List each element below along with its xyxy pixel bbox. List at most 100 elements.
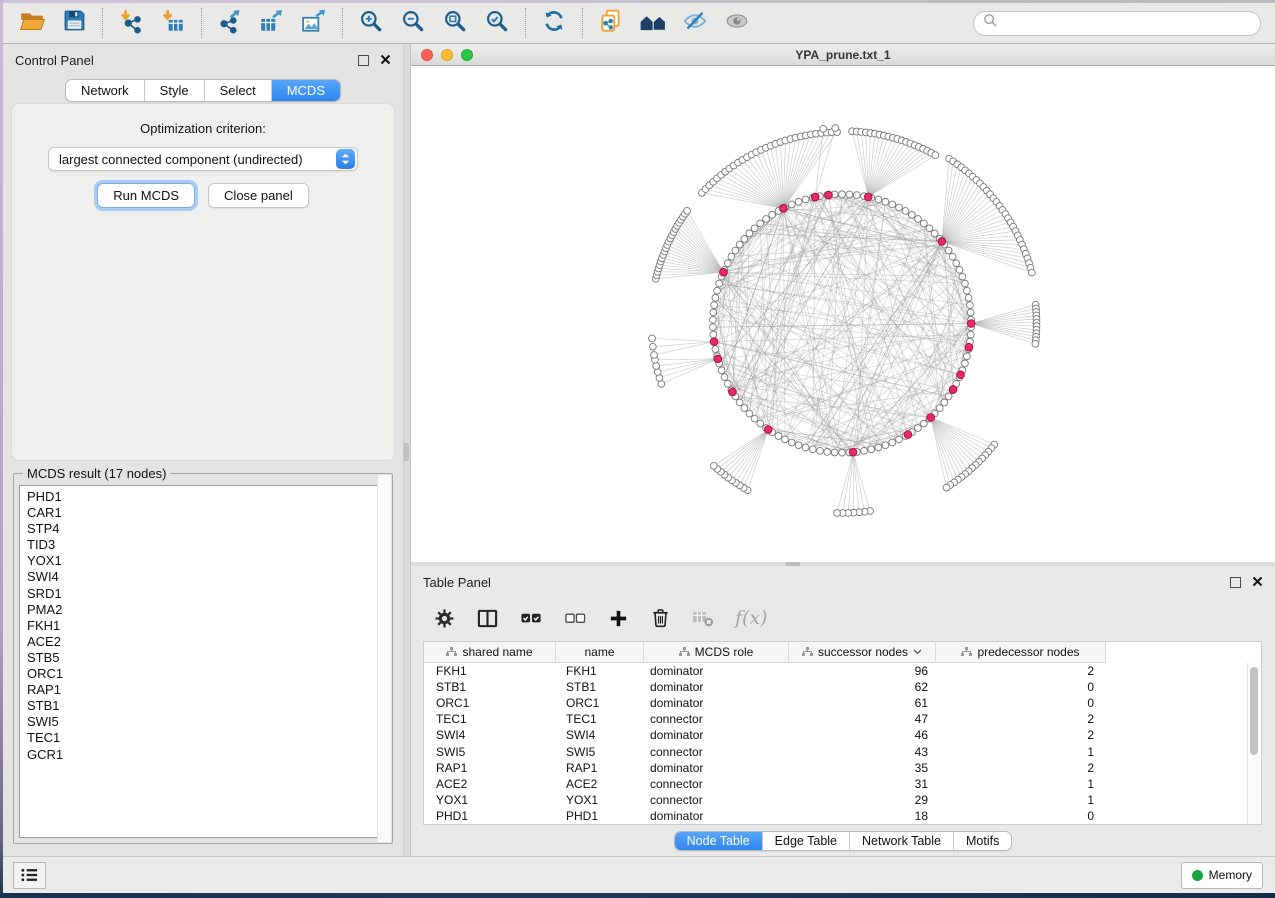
zoom-out-icon [400,8,426,39]
mcds-list-scrollbar[interactable] [377,475,391,842]
apply-function-button: f(x) [735,607,768,629]
vertical-splitter[interactable] [403,44,411,856]
column-header-MCDS-role[interactable]: MCDS role [644,642,789,662]
tab-edge-table[interactable]: Edge Table [763,832,850,850]
splitter-handle[interactable] [403,443,409,461]
table-row[interactable]: PHD1PHD1dominator180 [424,808,1261,824]
mcds-result-item[interactable]: CAR1 [27,505,386,521]
cell-predecessor_nodes: 1 [936,745,1106,759]
tab-network-table[interactable]: Network Table [850,832,954,850]
mcds-result-item[interactable]: YOX1 [27,553,386,569]
zoom-selected-button[interactable] [476,6,518,40]
column-header-name[interactable]: name [556,642,644,662]
column-header-predecessor-nodes[interactable]: predecessor nodes [936,642,1106,662]
first-neighbors-button[interactable] [632,6,674,40]
fit-content-button[interactable] [434,6,476,40]
save-session-button[interactable] [53,6,95,40]
minimize-window-icon[interactable] [441,49,453,61]
splitter-handle[interactable] [786,562,800,566]
table-row[interactable]: ORC1ORC1dominator610 [424,695,1261,711]
mcds-result-item[interactable]: RAP1 [27,682,386,698]
export-table-button[interactable] [251,6,293,40]
mcds-result-item[interactable]: SRD1 [27,586,386,602]
table-options-button[interactable] [434,608,455,629]
table-scrollbar[interactable] [1247,663,1261,824]
tab-select[interactable]: Select [205,80,272,101]
mcds-result-item[interactable]: SWI4 [27,569,386,585]
mcds-result-item[interactable]: GCR1 [27,747,386,763]
float-panel-icon[interactable] [358,55,369,66]
column-header-successor-nodes[interactable]: successor nodes [789,642,936,662]
close-panel-button[interactable]: Close panel [208,183,309,208]
table-scrollbar-thumb[interactable] [1250,667,1258,755]
import-network-icon [118,8,144,39]
import-table-button[interactable] [152,6,194,40]
add-column-button[interactable] [608,608,629,629]
run-mcds-button[interactable]: Run MCDS [97,183,195,208]
search-input[interactable] [1004,15,1251,32]
mcds-result-item[interactable]: SWI5 [27,714,386,730]
select-all-button[interactable] [520,608,543,629]
cell-successor_nodes: 62 [789,680,936,694]
attribute-type-icon [446,647,457,657]
table-row[interactable]: YOX1YOX1connector291 [424,792,1261,808]
deselect-all-button[interactable] [564,608,587,629]
horizontal-splitter[interactable] [411,562,1275,566]
zoom-in-button[interactable] [350,6,392,40]
export-table-icon [259,8,285,39]
cell-predecessor_nodes: 0 [936,809,1106,823]
mcds-result-item[interactable]: ORC1 [27,666,386,682]
table-row[interactable]: ACE2ACE2connector311 [424,776,1261,792]
tab-node-table[interactable]: Node Table [675,832,763,850]
memory-button[interactable]: Memory [1181,862,1263,889]
network-window: YPA_prune.txt_1 [411,44,1275,562]
task-history-button[interactable] [13,862,46,889]
network-svg[interactable] [411,66,1275,562]
mcds-result-item[interactable]: PHD1 [27,489,386,505]
import-network-button[interactable] [110,6,152,40]
show-all-button[interactable] [716,6,758,40]
tab-style[interactable]: Style [145,80,205,101]
network-titlebar[interactable]: YPA_prune.txt_1 [411,44,1275,66]
mcds-result-item[interactable]: PMA2 [27,602,386,618]
mcds-result-item[interactable]: FKH1 [27,618,386,634]
tab-network[interactable]: Network [66,80,145,101]
delete-column-button[interactable] [650,607,671,629]
export-network-button[interactable] [209,6,251,40]
mcds-result-item[interactable]: STB1 [27,698,386,714]
close-panel-icon[interactable] [1252,575,1263,590]
cell-mcds_role: dominator [644,680,789,694]
maximize-window-icon[interactable] [461,49,473,61]
close-panel-icon[interactable] [380,53,391,68]
clone-network-button[interactable] [590,6,632,40]
table-row[interactable]: TEC1TEC1connector472 [424,711,1261,727]
table-header: shared namenameMCDS rolesuccessor nodesp… [424,642,1106,663]
table-row[interactable]: SWI5SWI5connector431 [424,743,1261,759]
table-row[interactable]: FKH1FKH1dominator962 [424,663,1261,679]
cell-mcds_role: dominator [644,809,789,823]
criterion-dropdown[interactable]: largest connected component (undirected) [48,147,358,171]
hide-selected-eye-icon [682,8,708,39]
show-columns-button[interactable] [476,608,499,629]
mcds-result-item[interactable]: ACE2 [27,634,386,650]
mcds-result-item[interactable]: STB5 [27,650,386,666]
table-row[interactable]: RAP1RAP1dominator352 [424,760,1261,776]
search-box [973,11,1261,36]
zoom-out-button[interactable] [392,6,434,40]
table-row[interactable]: SWI4SWI4dominator462 [424,727,1261,743]
tab-motifs[interactable]: Motifs [954,832,1011,850]
float-panel-icon[interactable] [1230,577,1241,588]
mcds-result-item[interactable]: TID3 [27,537,386,553]
cell-name: FKH1 [556,664,644,678]
close-window-icon[interactable] [421,49,433,61]
hide-selected-button[interactable] [674,6,716,40]
network-canvas[interactable] [411,66,1275,562]
open-session-button[interactable] [11,6,53,40]
mcds-result-item[interactable]: STP4 [27,521,386,537]
table-row[interactable]: STB1STB1dominator620 [424,679,1261,695]
export-image-button[interactable] [293,6,335,40]
tab-mcds[interactable]: MCDS [272,80,340,101]
mcds-result-item[interactable]: TEC1 [27,730,386,746]
column-header-shared-name[interactable]: shared name [424,642,556,662]
refresh-view-button[interactable] [533,6,575,40]
